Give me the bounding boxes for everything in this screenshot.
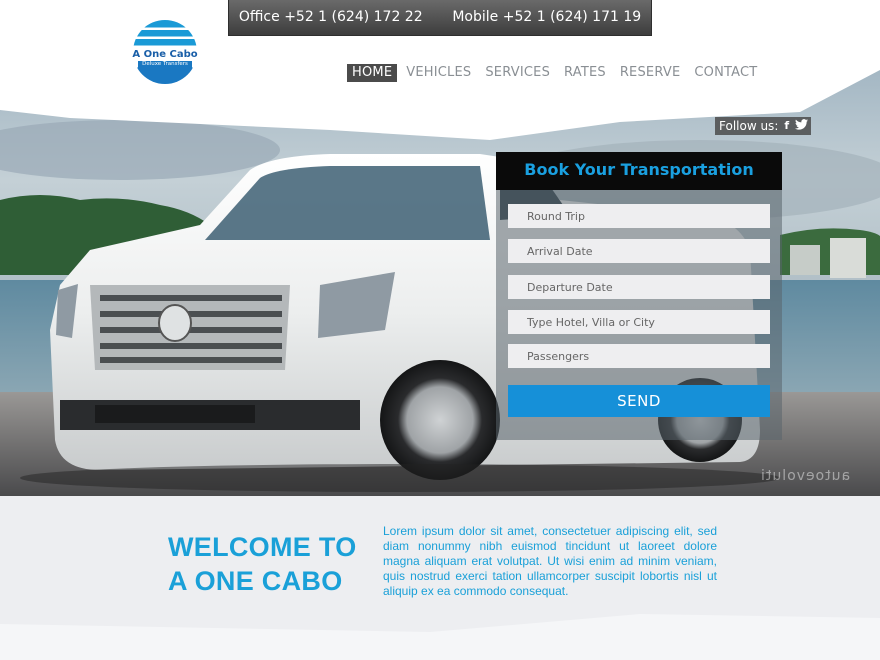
twitter-icon[interactable] [795, 117, 809, 135]
nav-item-vehicles[interactable]: VEHICLES [401, 64, 476, 82]
arrival-date-field[interactable] [508, 239, 770, 263]
nav-item-rates[interactable]: RATES [559, 64, 611, 82]
welcome-heading-line1: WELCOME TO [168, 532, 357, 562]
logo-name: A One Cabo [132, 49, 198, 60]
booking-title: Book Your Transportation [496, 152, 782, 190]
welcome-heading-line2: A ONE CABO [168, 566, 343, 596]
booking-form: Book Your Transportation SEND [496, 152, 782, 440]
social-bar: Follow us: f [715, 117, 811, 135]
logo-tagline: Deluxe Transfers [138, 61, 192, 68]
follow-label: Follow us: [719, 119, 779, 133]
facebook-icon[interactable]: f [784, 117, 789, 135]
trip-type-field[interactable] [508, 204, 770, 228]
passengers-field[interactable] [508, 344, 770, 368]
destination-field[interactable] [508, 310, 770, 334]
image-watermark: autoevoluti [760, 468, 851, 484]
send-button[interactable]: SEND [508, 385, 770, 417]
nav-item-services[interactable]: SERVICES [480, 64, 555, 82]
contact-bar: Office +52 1 (624) 172 22 82 Mobile +52 … [228, 0, 652, 59]
mobile-phone[interactable]: Mobile +52 1 (624) 171 19 56 [443, 0, 652, 59]
office-phone[interactable]: Office +52 1 (624) 172 22 82 [229, 0, 433, 59]
main-nav: HOME VEHICLES SERVICES RATES RESERVE CON… [347, 64, 762, 82]
nav-item-home[interactable]: HOME [347, 64, 398, 82]
welcome-section: WELCOME TO A ONE CABO Lorem ipsum dolor … [0, 496, 880, 660]
welcome-text: Lorem ipsum dolor sit amet, consectetuer… [383, 524, 717, 598]
site-logo[interactable]: A One Cabo Deluxe Transfers [130, 20, 200, 86]
departure-date-field[interactable] [508, 275, 770, 299]
nav-item-reserve[interactable]: RESERVE [615, 64, 686, 82]
welcome-heading: WELCOME TO A ONE CABO [168, 530, 357, 598]
nav-item-contact[interactable]: CONTACT [689, 64, 762, 82]
